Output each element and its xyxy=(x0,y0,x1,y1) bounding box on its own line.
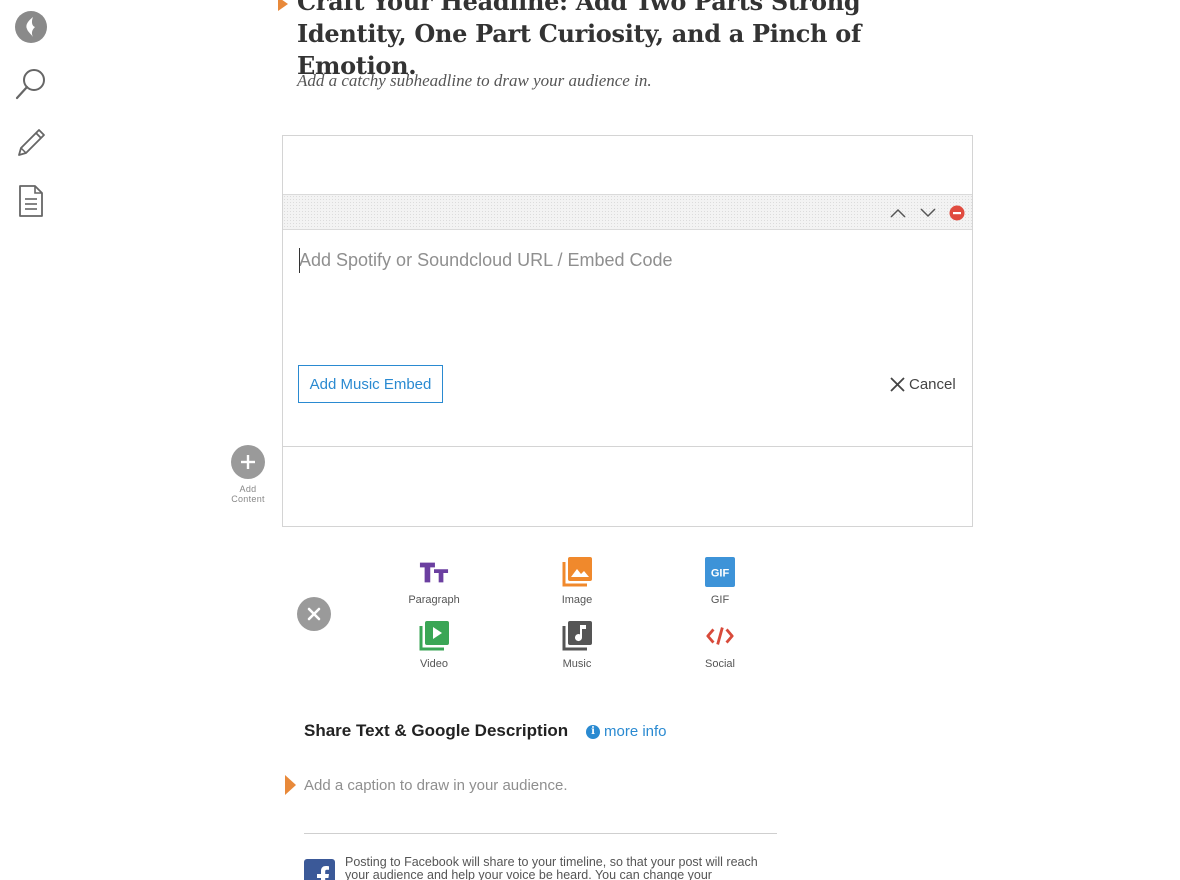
close-picker-button[interactable] xyxy=(297,597,331,631)
remove-block-icon[interactable] xyxy=(948,204,966,222)
plus-icon xyxy=(231,445,265,479)
cancel-button[interactable]: Cancel xyxy=(890,374,956,394)
music-embed-input[interactable] xyxy=(299,246,939,274)
share-text-title: Share Text & Google Description xyxy=(304,721,569,740)
info-icon: i xyxy=(586,724,600,739)
text-cursor xyxy=(299,248,300,273)
story-subheadline[interactable]: Add a catchy subheadline to draw your au… xyxy=(297,71,652,91)
search-icon[interactable] xyxy=(12,65,50,103)
content-type-label: Paragraph xyxy=(408,594,460,606)
facebook-notice: Posting to Facebook will share to your t… xyxy=(345,855,758,880)
divider xyxy=(304,833,777,834)
content-type-label: Social xyxy=(705,658,735,670)
gif-icon: GIF xyxy=(705,557,735,587)
content-type-label: Video xyxy=(420,658,448,670)
more-info-label: more info xyxy=(604,723,667,740)
caption-caret-icon xyxy=(285,775,296,795)
headline-caret-icon xyxy=(278,0,288,11)
content-type-gif[interactable]: GIF GIF xyxy=(680,557,760,606)
close-icon xyxy=(890,376,905,392)
add-content-label: Add Content xyxy=(231,484,265,504)
more-info-link[interactable]: i more info xyxy=(586,723,667,740)
content-type-label: Music xyxy=(562,658,592,670)
move-down-icon[interactable] xyxy=(919,204,937,222)
music-icon xyxy=(562,621,592,651)
social-icon xyxy=(705,621,735,651)
editor-card: Add Music Embed Cancel xyxy=(282,135,973,527)
content-type-music[interactable]: Music xyxy=(537,621,617,670)
cancel-label: Cancel xyxy=(909,375,956,393)
move-up-icon[interactable] xyxy=(889,204,907,222)
document-icon[interactable] xyxy=(12,182,50,220)
content-type-paragraph[interactable]: Paragraph xyxy=(394,557,474,606)
content-type-image[interactable]: Image xyxy=(537,557,617,606)
story-headline[interactable]: Craft Your Headline: Add Two Parts Stron… xyxy=(297,0,957,82)
content-type-video[interactable]: Video xyxy=(394,621,474,670)
pencil-icon[interactable] xyxy=(12,124,50,162)
image-icon xyxy=(562,557,592,587)
paragraph-icon xyxy=(419,557,449,587)
facebook-icon xyxy=(304,859,335,880)
content-type-label: GIF xyxy=(710,594,730,606)
block-toolbar xyxy=(283,194,972,230)
caption-input[interactable] xyxy=(304,773,774,797)
close-icon xyxy=(307,607,321,621)
divider xyxy=(283,446,972,447)
logo-icon[interactable] xyxy=(12,8,50,46)
add-content-button[interactable]: Add Content xyxy=(226,445,270,504)
content-type-social[interactable]: Social xyxy=(680,621,760,670)
video-icon xyxy=(419,621,449,651)
svg-text:GIF: GIF xyxy=(711,568,730,580)
content-type-label: Image xyxy=(561,594,593,606)
add-music-embed-button[interactable]: Add Music Embed xyxy=(298,365,443,403)
